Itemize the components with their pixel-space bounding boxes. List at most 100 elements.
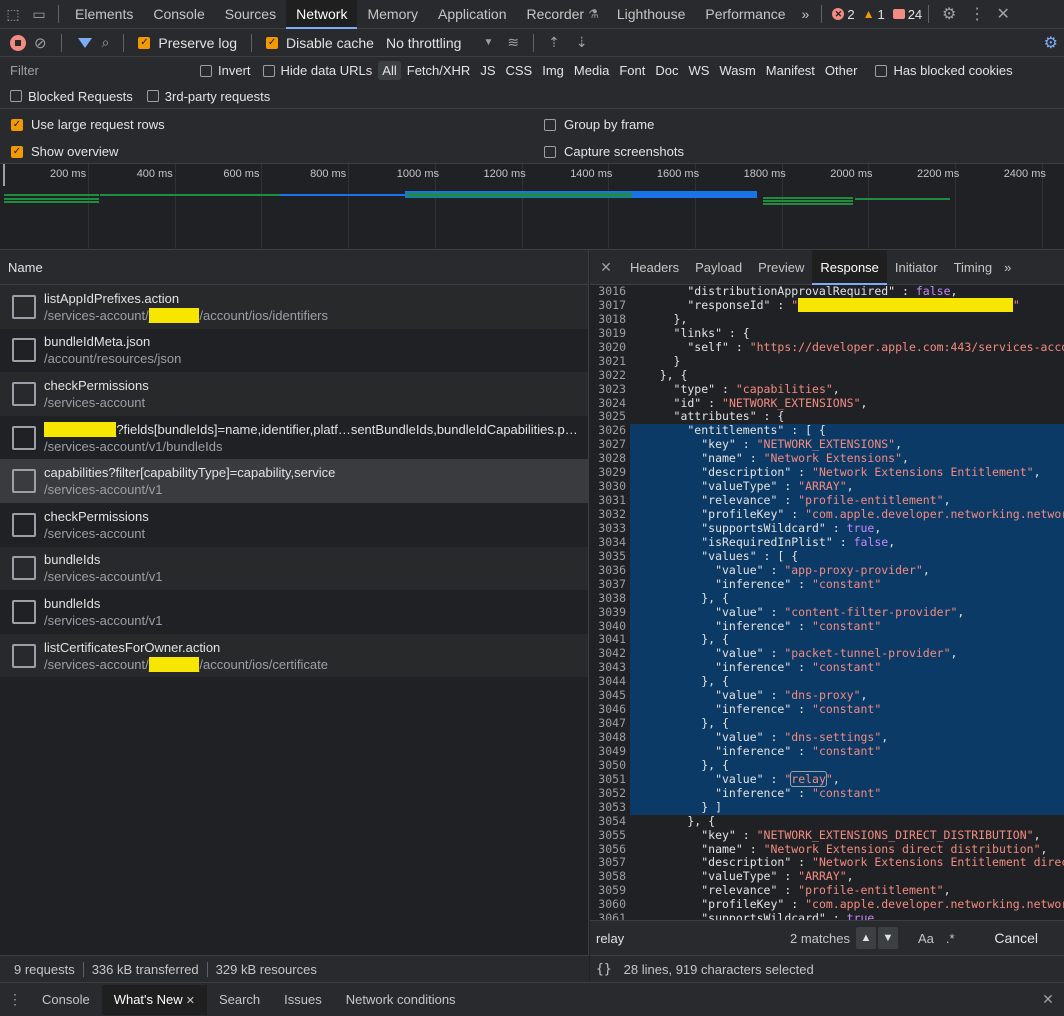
request-row[interactable]: listCertificatesForOwner.action/services…	[0, 633, 588, 678]
filter-type-font[interactable]: Font	[615, 61, 649, 80]
inspect-element-icon[interactable]: ⬚	[0, 0, 26, 29]
filter-type-js[interactable]: JS	[476, 61, 499, 80]
detail-tab-payload[interactable]: Payload	[687, 250, 750, 285]
name-column-header[interactable]: Name	[0, 250, 588, 285]
warnings-badge[interactable]: ▲ 1	[863, 7, 885, 22]
detail-tab-preview[interactable]: Preview	[750, 250, 812, 285]
group-by-frame-checkbox[interactable]	[544, 118, 556, 131]
dropdown-arrow-icon[interactable]: ▼	[483, 37, 493, 48]
line-number: 3018	[598, 311, 626, 326]
record-stop-icon[interactable]	[10, 34, 26, 51]
detail-tab-timing[interactable]: Timing	[946, 250, 1001, 285]
filter-type-css[interactable]: CSS	[502, 61, 537, 80]
network-settings-icon[interactable]: ⚙	[1044, 33, 1058, 53]
pretty-print-braces-icon[interactable]: {}	[596, 962, 612, 977]
response-code-viewer[interactable]: 3016 "distributionApprovalRequired" : fa…	[590, 285, 1064, 920]
kebab-menu-icon[interactable]: ⋮	[963, 0, 991, 29]
close-devtools-icon[interactable]: ✕	[991, 0, 1015, 29]
show-overview-checkbox[interactable]: ✓	[11, 145, 23, 158]
filter-type-wasm[interactable]: Wasm	[715, 61, 759, 80]
large-rows-checkbox[interactable]: ✓	[11, 118, 23, 131]
divider	[533, 33, 535, 52]
match-case-button[interactable]: Aa	[918, 931, 934, 946]
more-detail-tabs-button[interactable]: »	[1000, 250, 1015, 285]
filter-input[interactable]: Filter	[0, 59, 180, 82]
network-conditions-icon[interactable]: ≋	[507, 34, 519, 51]
tab-recorder[interactable]: Recorder	[517, 0, 595, 29]
import-har-icon[interactable]: ⇡	[548, 34, 560, 51]
device-toolbar-icon[interactable]: ▭	[26, 0, 52, 29]
export-har-icon[interactable]: ⇣	[576, 34, 588, 51]
settings-gear-icon[interactable]: ⚙	[935, 0, 963, 29]
tab-application[interactable]: Application	[428, 0, 517, 29]
drawer-tab-issues[interactable]: Issues	[272, 985, 334, 1015]
errors-badge[interactable]: ✕ 2	[832, 7, 855, 22]
drawer-tab-console[interactable]: Console	[30, 985, 102, 1015]
network-overview-timeline[interactable]: 200 ms 400 ms 600 ms 800 ms 1000 ms 1200 ms 14…	[0, 164, 1064, 250]
search-match: relay	[790, 770, 827, 787]
filter-funnel-icon[interactable]	[77, 37, 92, 48]
request-path-text: /services-account/v1	[44, 612, 163, 628]
close-drawer-icon[interactable]: ✕	[1036, 985, 1060, 1015]
chevron-up-icon[interactable]: ▲	[856, 927, 876, 949]
detail-tab-response[interactable]: Response	[812, 249, 887, 285]
line-text: }, {	[632, 813, 716, 828]
filter-type-fetchxhr[interactable]: Fetch/XHR	[403, 61, 475, 80]
drawer-menu-icon[interactable]: ⋮	[0, 985, 30, 1015]
filter-type-media[interactable]: Media	[570, 61, 613, 80]
tab-sources[interactable]: Sources	[215, 0, 286, 29]
cancel-search-button[interactable]: Cancel	[984, 926, 1048, 950]
chevron-down-icon[interactable]: ▼	[878, 927, 898, 949]
filter-type-img[interactable]: Img	[538, 61, 568, 80]
filter-type-other[interactable]: Other	[821, 61, 862, 80]
drawer-tab-search[interactable]: Search	[207, 985, 272, 1015]
invert-checkbox[interactable]	[200, 64, 212, 77]
filter-type-manifest[interactable]: Manifest	[762, 61, 819, 80]
main-tabs: Elements Console Sources Network Memory Appli…	[65, 0, 796, 29]
request-row[interactable]: bundleIds/services-account/v1	[0, 546, 588, 591]
close-tab-icon[interactable]: ✕	[183, 995, 195, 1007]
line-number: 3050	[598, 757, 626, 772]
filter-type-all[interactable]: All	[378, 61, 401, 80]
tab-lighthouse[interactable]: Lighthouse	[607, 0, 696, 29]
search-input[interactable]: relay	[590, 931, 780, 946]
timeline-selection-start[interactable]	[3, 164, 5, 186]
tab-performance[interactable]: Performance	[695, 0, 795, 29]
detail-tab-headers[interactable]: Headers	[622, 250, 687, 285]
request-row[interactable]: bundleIds/services-account/v1	[0, 590, 588, 634]
request-row[interactable]: checkPermissions/services-account	[0, 372, 588, 416]
blocked-cookies-checkbox[interactable]	[875, 64, 888, 77]
code-line: 3036 "value" : "app-proxy-provider",	[590, 563, 1064, 578]
request-row[interactable]: listAppIdPrefixes.action/services-accoun…	[0, 285, 588, 329]
tab-elements[interactable]: Elements	[65, 0, 143, 29]
request-row[interactable]: __________?fields[bundleIds]=name,identi…	[0, 415, 588, 460]
tab-network[interactable]: Network	[286, 0, 358, 29]
request-path: /services-account/_______/account/ios/id…	[44, 307, 584, 323]
blocked-requests-checkbox[interactable]	[10, 90, 22, 102]
tab-console[interactable]: Console	[143, 0, 214, 29]
drawer-tab-what-s-new[interactable]: What's New ✕	[101, 984, 207, 1015]
blocked-requests-label: Blocked Requests	[28, 88, 133, 104]
request-row[interactable]: bundleIdMeta.json/account/resources/json	[0, 328, 588, 373]
filter-type-doc[interactable]: Doc	[651, 61, 682, 80]
disable-cache-checkbox[interactable]: ✓	[266, 36, 279, 49]
regex-button[interactable]: .*	[946, 931, 955, 946]
request-name: checkPermissions	[44, 378, 584, 393]
clear-icon[interactable]: ⊘	[34, 34, 47, 52]
line-text: "inference" : "constant"	[630, 702, 1064, 718]
search-icon[interactable]: ⌕	[102, 34, 110, 51]
request-row[interactable]: capabilities?filter[capabilityType]=capa…	[0, 459, 588, 503]
issues-badge[interactable]: 24	[892, 7, 922, 22]
filter-type-ws[interactable]: WS	[684, 61, 713, 80]
more-tabs-button[interactable]: »	[796, 0, 816, 29]
capture-screenshots-checkbox[interactable]	[544, 145, 556, 158]
third-party-checkbox[interactable]	[146, 90, 159, 102]
tab-memory[interactable]: Memory	[357, 0, 428, 29]
hide-data-urls-checkbox[interactable]	[262, 64, 275, 77]
throttling-select[interactable]: No throttling	[386, 35, 461, 51]
detail-tab-initiator[interactable]: Initiator	[887, 250, 946, 285]
close-detail-icon[interactable]: ✕	[590, 250, 622, 285]
drawer-tab-network-conditions[interactable]: Network conditions	[334, 985, 468, 1015]
preserve-log-checkbox[interactable]: ✓	[138, 36, 151, 49]
request-row[interactable]: checkPermissions/services-account	[0, 502, 588, 547]
